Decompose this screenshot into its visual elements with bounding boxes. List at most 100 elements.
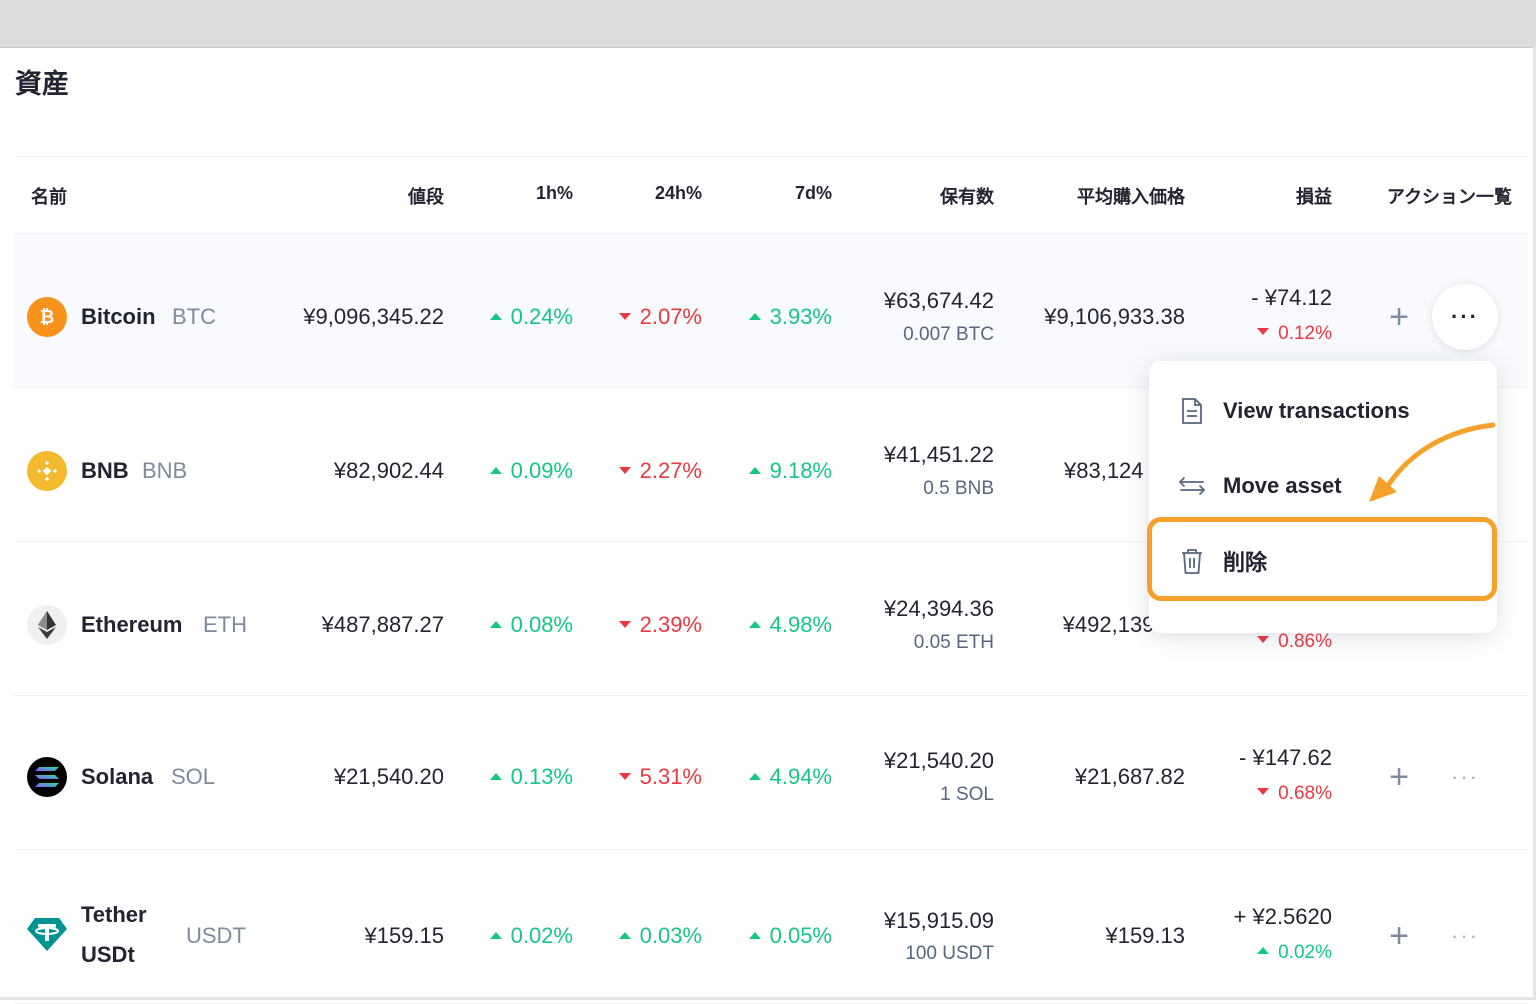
up-triangle-icon: [748, 312, 761, 320]
window-top-bar: [0, 0, 1536, 48]
coin-name[interactable]: Bitcoin: [81, 304, 156, 330]
coin-symbol: BTC: [172, 304, 216, 329]
holdings-amount: 0.05 ETH: [913, 632, 994, 653]
solana-icon: [27, 757, 67, 797]
holdings-value: ¥15,915.09: [883, 908, 994, 933]
column-header-actions: アクション一覧: [1386, 187, 1512, 207]
price-value: ¥9,096,345.22: [303, 304, 444, 329]
up-triangle-icon: [748, 620, 761, 628]
pnl-percent: 0.12%: [1257, 323, 1332, 345]
down-triangle-icon: [618, 620, 631, 628]
change-24h: 2.07%: [618, 304, 702, 330]
avg-buy-price: ¥9,106,933.38: [1044, 304, 1185, 329]
delete-highlight-box: [1147, 517, 1497, 601]
add-transaction-button[interactable]: +: [1384, 919, 1414, 953]
table-row[interactable]: Solana SOL ¥21,540.20 0.13% 5.31% 4.94% …: [14, 696, 1528, 850]
coin-symbol: ETH: [203, 612, 247, 637]
pnl-percent: 0.02%: [1257, 942, 1332, 964]
bitcoin-icon: ₿: [27, 297, 67, 337]
holdings-amount: 0.007 BTC: [903, 324, 994, 345]
up-triangle-icon: [748, 466, 761, 474]
change-1h: 0.08%: [489, 612, 573, 638]
holdings-amount: 0.5 BNB: [923, 478, 994, 499]
price-value: ¥82,902.44: [333, 458, 444, 483]
coin-name[interactable]: Ethereum: [81, 612, 182, 638]
price-value: ¥159.15: [364, 923, 444, 948]
change-7d: 3.93%: [748, 304, 832, 330]
bnb-icon: [27, 451, 67, 491]
pnl-value: + ¥2.5620: [1233, 904, 1332, 929]
coin-symbol: SOL: [171, 764, 216, 789]
up-triangle-icon: [618, 931, 631, 939]
pnl-percent: 0.86%: [1257, 631, 1332, 653]
up-triangle-icon: [748, 931, 761, 939]
tether-icon: [27, 914, 67, 954]
up-triangle-icon: [489, 312, 502, 320]
holdings-amount: 1 SOL: [940, 784, 994, 805]
column-header-price[interactable]: 値段: [408, 183, 444, 209]
column-header-pnl[interactable]: 損益: [1296, 183, 1332, 209]
change-24h: 5.31%: [618, 764, 702, 790]
svg-text:₿: ₿: [40, 307, 55, 327]
avg-buy-price: ¥83,124: [1064, 458, 1144, 483]
avg-buy-price: ¥159.13: [1105, 923, 1185, 948]
column-header-name[interactable]: 名前: [31, 183, 67, 209]
up-triangle-icon: [489, 620, 502, 628]
change-7d: 4.98%: [748, 612, 832, 638]
change-1h: 0.02%: [489, 923, 573, 949]
pnl-value: - ¥74.12: [1251, 285, 1332, 310]
ethereum-icon: [27, 605, 67, 645]
coin-name-line1[interactable]: Tether: [81, 902, 147, 928]
holdings-value: ¥21,540.20: [883, 748, 994, 773]
column-header-1h[interactable]: 1h%: [536, 183, 573, 204]
coin-name[interactable]: BNB: [81, 458, 129, 484]
price-value: ¥21,540.20: [333, 764, 444, 789]
table-header: 名前 値段 1h% 24h% 7d% 保有数 平均購入価格 損益 アクション一覧: [14, 157, 1528, 234]
column-header-24h[interactable]: 24h%: [655, 183, 702, 204]
page-title: 資産: [15, 69, 69, 99]
add-transaction-button[interactable]: +: [1384, 300, 1414, 334]
column-header-avg-buy[interactable]: 平均購入価格: [1077, 183, 1185, 209]
price-value: ¥487,887.27: [321, 612, 444, 637]
column-header-holdings[interactable]: 保有数: [940, 183, 994, 209]
table-row[interactable]: Tether USDt USDT ¥159.15 0.02% 0.03% 0.0…: [14, 850, 1528, 1004]
change-24h: 0.03%: [618, 923, 702, 949]
more-options-button[interactable]: ···: [1432, 744, 1498, 810]
holdings-amount: 100 USDT: [905, 943, 994, 964]
column-header-7d[interactable]: 7d%: [795, 183, 832, 204]
down-triangle-icon: [1257, 328, 1270, 336]
swap-arrows-icon: [1177, 471, 1207, 501]
change-7d: 0.05%: [748, 923, 832, 949]
pnl-value: - ¥147.62: [1239, 745, 1332, 770]
down-triangle-icon: [618, 772, 631, 780]
pnl-percent: 0.68%: [1257, 783, 1332, 805]
down-triangle-icon: [1257, 788, 1270, 796]
avg-buy-price: ¥21,687.82: [1074, 764, 1185, 789]
annotation-arrow-icon: [1369, 422, 1496, 502]
holdings-value: ¥63,674.42: [883, 288, 994, 313]
change-7d: 4.94%: [748, 764, 832, 790]
coin-symbol: BNB: [142, 458, 188, 483]
coin-name-line2[interactable]: USDt: [81, 942, 135, 968]
change-24h: 2.27%: [618, 458, 702, 484]
coin-name[interactable]: Solana: [81, 764, 153, 790]
up-triangle-icon: [489, 466, 502, 474]
change-7d: 9.18%: [748, 458, 832, 484]
coin-symbol: USDT: [186, 923, 246, 948]
holdings-value: ¥41,451.22: [883, 442, 994, 467]
change-24h: 2.39%: [618, 612, 702, 638]
up-triangle-icon: [1257, 947, 1270, 955]
holdings-value: ¥24,394.36: [883, 596, 994, 621]
add-transaction-button[interactable]: +: [1384, 760, 1414, 794]
change-1h: 0.09%: [489, 458, 573, 484]
down-triangle-icon: [618, 312, 631, 320]
up-triangle-icon: [748, 772, 761, 780]
down-triangle-icon: [1257, 636, 1270, 644]
change-1h: 0.24%: [489, 304, 573, 330]
more-options-button[interactable]: ···: [1432, 903, 1498, 969]
change-1h: 0.13%: [489, 764, 573, 790]
down-triangle-icon: [618, 466, 631, 474]
more-options-button[interactable]: ···: [1432, 284, 1498, 350]
document-icon: [1177, 396, 1207, 426]
up-triangle-icon: [489, 931, 502, 939]
